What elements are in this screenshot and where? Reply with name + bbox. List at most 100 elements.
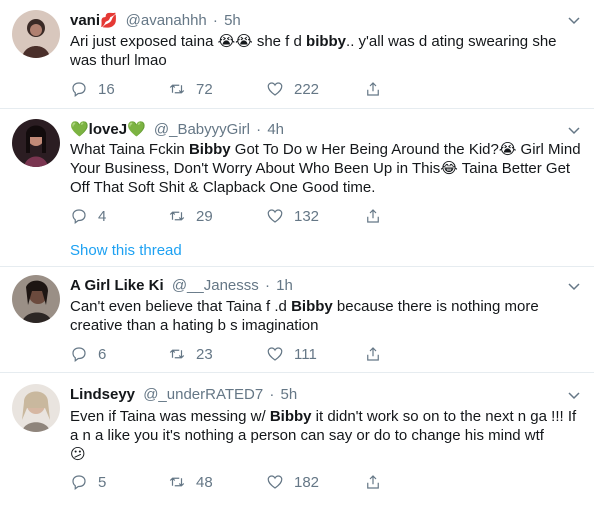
tweet-text: Even if Taina was messing w/ Bibby it di…	[70, 407, 582, 464]
reply-count: 6	[98, 345, 107, 363]
tweet[interactable]: Lindseyy @_underRATED7 · 5h Even if Tain…	[0, 373, 594, 506]
show-thread-link[interactable]: Show this thread	[70, 242, 182, 259]
timestamp[interactable]: 1h	[276, 277, 293, 294]
avatar-photo	[12, 275, 60, 323]
crying-face-emoji: 😭	[498, 141, 517, 158]
timestamp[interactable]: 4h	[267, 121, 284, 138]
reply-action[interactable]: 4	[70, 207, 168, 225]
display-name[interactable]: 💚loveJ💚	[70, 121, 146, 138]
retweet-count: 48	[196, 473, 213, 491]
crying-face-emoji: 😭😭	[217, 33, 253, 50]
user-handle[interactable]: @_BabyyyGirl	[154, 121, 250, 138]
avatar-photo	[12, 10, 60, 58]
retweet-action[interactable]: 23	[168, 345, 266, 363]
share-icon	[367, 82, 379, 96]
tweet[interactable]: 💚loveJ💚 @_BabyyyGirl · 4h What Taina Fck…	[0, 109, 594, 267]
tweet-actions: 6 23 111	[70, 344, 382, 364]
tweet[interactable]: vani💋 @avanahhh · 5h Ari just exposed ta…	[0, 0, 594, 109]
reply-count: 4	[98, 207, 107, 225]
retweet-icon	[169, 84, 185, 94]
tweet-text: Can't even believe that Taina f .d Bibby…	[70, 297, 582, 335]
avatar-photo	[12, 384, 60, 432]
retweet-icon	[169, 349, 185, 359]
avatar-photo	[12, 119, 60, 167]
share-action[interactable]	[364, 473, 382, 491]
heart-icon	[267, 82, 283, 96]
heart-icon	[267, 347, 283, 361]
chevron-down-icon[interactable]	[568, 280, 580, 292]
display-name[interactable]: A Girl Like Ki	[70, 277, 164, 294]
tears-of-joy-emoji: 😂	[440, 160, 458, 177]
tweet-text-segment: Ari just exposed taina	[70, 33, 214, 50]
reply-icon	[72, 209, 86, 224]
like-count: 132	[294, 207, 320, 225]
tweet-text: What Taina Fckin Bibby Got To Do w Her B…	[70, 140, 582, 197]
like-action[interactable]: 222	[266, 80, 364, 98]
retweet-action[interactable]: 72	[168, 80, 266, 98]
tweet[interactable]: A Girl Like Ki @__Janesss · 1h Can't eve…	[0, 267, 594, 373]
display-name[interactable]: vani	[70, 12, 100, 29]
reply-action[interactable]: 5	[70, 473, 168, 491]
tweet-actions: 4 29 132	[70, 206, 382, 226]
separator-dot: ·	[212, 12, 218, 29]
heart-icon	[267, 209, 283, 223]
retweet-action[interactable]: 29	[168, 207, 266, 225]
tweet-text-segment: Can't even believe that Taina f .d	[70, 298, 292, 315]
tweet-header: A Girl Like Ki @__Janesss · 1h	[70, 277, 564, 295]
search-highlight: Bibby	[188, 141, 231, 158]
separator-dot: ·	[256, 121, 262, 138]
heart-icon	[267, 475, 283, 489]
share-icon	[367, 209, 379, 223]
reply-action[interactable]: 16	[70, 80, 168, 98]
share-icon	[367, 475, 379, 489]
reply-icon	[72, 347, 86, 362]
timestamp[interactable]: 5h	[224, 12, 241, 29]
chevron-down-icon[interactable]	[568, 389, 580, 401]
share-action[interactable]	[364, 345, 382, 363]
tweet-header: Lindseyy @_underRATED7 · 5h	[70, 386, 564, 404]
share-action[interactable]	[364, 207, 382, 225]
user-handle[interactable]: @__Janesss	[172, 277, 259, 294]
share-action[interactable]	[364, 80, 382, 98]
like-count: 111	[294, 345, 317, 363]
retweet-action[interactable]: 48	[168, 473, 266, 491]
reply-count: 16	[98, 80, 115, 98]
tweet-text-segment: she f d	[252, 33, 307, 50]
avatar[interactable]	[12, 275, 60, 323]
user-handle[interactable]: @_underRATED7	[143, 386, 263, 403]
confused-face-emoji: 😕	[70, 446, 86, 463]
retweet-count: 72	[196, 80, 213, 98]
timestamp[interactable]: 5h	[281, 386, 298, 403]
tweet-header: vani💋 @avanahhh · 5h	[70, 11, 564, 30]
avatar[interactable]	[12, 119, 60, 167]
user-handle[interactable]: @avanahhh	[126, 12, 207, 29]
tweet-text-segment: What Taina Fckin	[70, 141, 189, 158]
avatar[interactable]	[12, 384, 60, 432]
tweet-header: 💚loveJ💚 @_BabyyyGirl · 4h	[70, 121, 564, 139]
avatar[interactable]	[12, 10, 60, 58]
reply-icon	[72, 475, 86, 490]
share-icon	[367, 347, 379, 361]
chevron-down-icon[interactable]	[568, 124, 580, 136]
reply-count: 5	[98, 473, 107, 491]
tweet-text: Ari just exposed taina 😭😭 she f d bibby.…	[70, 32, 582, 70]
timeline: vani💋 @avanahhh · 5h Ari just exposed ta…	[0, 0, 596, 506]
retweet-icon	[169, 211, 185, 221]
reply-action[interactable]: 6	[70, 345, 168, 363]
like-action[interactable]: 182	[266, 473, 364, 491]
tweet-text-segment: Got To Do w Her Being Around the Kid?	[230, 141, 499, 158]
separator-dot: ·	[269, 386, 275, 403]
search-highlight: bibby	[306, 33, 347, 50]
like-action[interactable]: 111	[266, 345, 364, 363]
chevron-down-icon[interactable]	[568, 14, 580, 26]
tweet-actions: 16 72 222	[70, 79, 382, 99]
search-highlight: Bibby	[291, 298, 333, 315]
retweet-count: 23	[196, 345, 213, 363]
like-action[interactable]: 132	[266, 207, 364, 225]
like-count: 182	[294, 473, 320, 491]
reply-icon	[72, 82, 86, 97]
like-count: 222	[294, 80, 320, 98]
separator-dot: ·	[264, 277, 270, 294]
kiss-mark-emoji: 💋	[100, 12, 118, 28]
display-name[interactable]: Lindseyy	[70, 386, 135, 403]
